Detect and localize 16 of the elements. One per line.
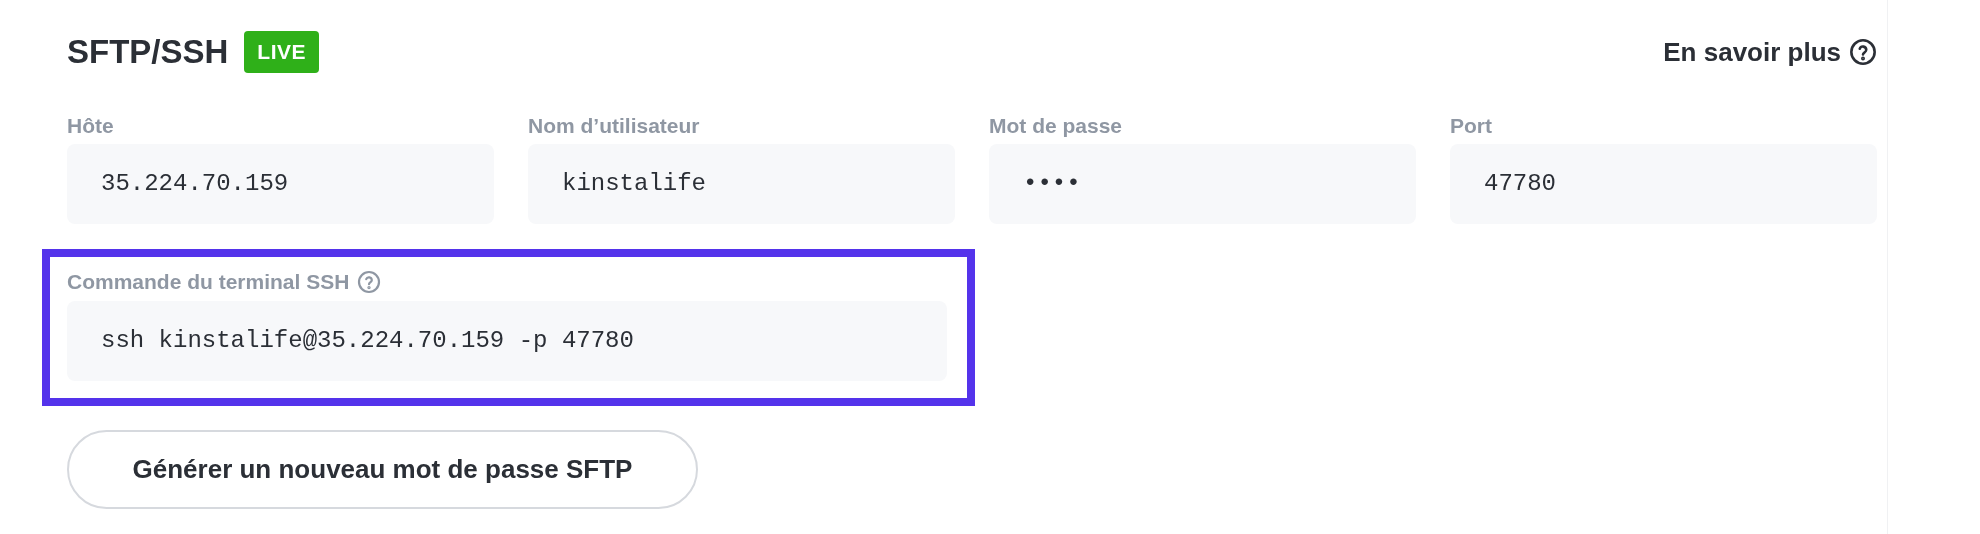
field-label: Port [1450, 113, 1493, 139]
live-badge: LIVE [244, 31, 320, 73]
field-label: Mot de passe [989, 113, 1124, 139]
help-icon [357, 270, 382, 294]
input-field[interactable]: ssh kinstalife@35.224.70.159 -p 47780 [67, 301, 947, 381]
generate-password-button[interactable]: Générer un nouveau mot de passe SFTP [67, 430, 698, 509]
input-field[interactable]: •••• [989, 144, 1416, 224]
learn-more-link[interactable]: En savoir plus [1663, 32, 1877, 72]
input-field[interactable]: kinstalife [528, 144, 955, 224]
input-field[interactable]: 47780 [1450, 144, 1877, 224]
input-field[interactable]: 35.224.70.159 [67, 144, 494, 224]
field-label: Hôte [67, 113, 115, 139]
help-icon [1849, 38, 1877, 66]
section-title: SFTP/SSH [67, 32, 229, 73]
field-label: Commande du terminal SSH [67, 269, 350, 296]
field-label: Nom d’utilisateur [528, 113, 701, 139]
